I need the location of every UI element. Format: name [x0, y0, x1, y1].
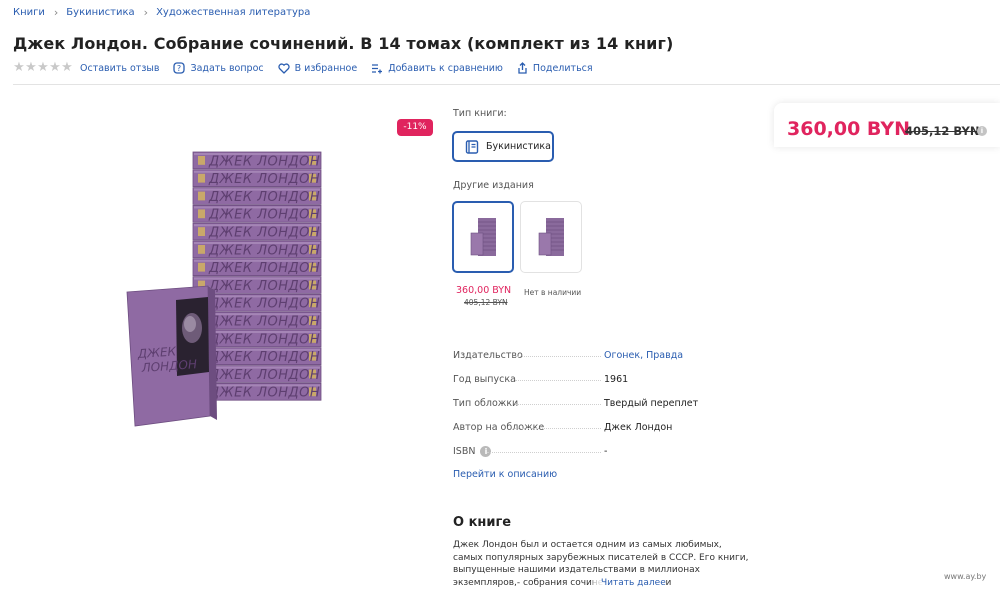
share-button[interactable]: Поделиться [517, 62, 593, 74]
svg-text:ДЖЕК ЛОНДОН: ДЖЕК ЛОНДОН [208, 368, 320, 383]
about-title: О книге [453, 515, 512, 530]
svg-text:ДЖЕК ЛОНДОН: ДЖЕК ЛОНДОН [208, 386, 320, 401]
spec-value: - [604, 445, 608, 457]
edition-price: 360,00 BYN [456, 285, 512, 296]
add-to-compare-label: Добавить к сравнению [388, 62, 503, 74]
spec-value: Твердый переплет [604, 397, 699, 409]
breadcrumb: Книги › Букинистика › Художественная лит… [13, 6, 310, 19]
info-icon[interactable]: i [977, 126, 987, 136]
star-icon: ★ [49, 60, 61, 75]
current-price: 360,00 BYN [787, 118, 911, 140]
svg-text:ДЖЕК ЛОНДОН: ДЖЕК ЛОНДОН [208, 261, 320, 276]
watermark: www.ay.by [944, 572, 987, 581]
edition-old-price: 405,12 BYN [464, 298, 508, 307]
spec-row-isbn: ISBN i - [453, 439, 753, 463]
star-icon: ★ [37, 60, 49, 75]
add-to-favorites-label: В избранное [294, 62, 358, 74]
product-actions: ★ ★ ★ ★ ★ Оставить отзыв ? Задать вопрос… [13, 60, 607, 75]
svg-text:ДЖЕК ЛОНДОН: ДЖЕК ЛОНДОН [208, 190, 320, 205]
book-spine: ДЖЕК ЛОНДОН [192, 240, 322, 258]
ask-question-label: Задать вопрос [190, 62, 264, 74]
svg-text:ДЖЕК ЛОНДОН: ДЖЕК ЛОНДОН [208, 315, 320, 330]
spec-value: 1961 [604, 373, 629, 385]
chevron-right-icon: › [143, 6, 149, 19]
svg-text:ДЖЕК ЛОНДОН: ДЖЕК ЛОНДОН [208, 208, 320, 223]
star-icon: ★ [13, 60, 25, 75]
book-set-illustration: ДЖЕК ЛОНДОН ДЖЕК ЛОНДОН ДЖЕК ЛОНДОН ДЖЕК ЛО… [126, 151, 322, 427]
book-spine: ДЖЕК ЛОНДОН [192, 151, 322, 169]
front-book-cover: ДЖЕКЛОНДОН [126, 285, 217, 427]
chevron-right-icon: › [53, 6, 59, 19]
info-icon[interactable]: i [480, 445, 492, 457]
spec-row-publisher: Издательство Огонек, Правда [453, 343, 753, 367]
compare-list-icon [372, 63, 383, 73]
edition-thumbnail [538, 218, 564, 256]
svg-text:ДЖЕК ЛОНДОН: ДЖЕК ЛОНДОН [208, 154, 320, 169]
rating-stars[interactable]: ★ ★ ★ ★ ★ [13, 60, 73, 75]
book-spine: ДЖЕК ЛОНДОН [192, 169, 322, 187]
spec-row-author: Автор на обложке Джек Лондон [453, 415, 753, 439]
spec-key: Год выпуска [453, 373, 516, 385]
svg-text:ДЖЕК ЛОНДОН: ДЖЕК ЛОНДОН [208, 243, 320, 258]
publisher-link-ogonek[interactable]: Огонек [604, 350, 640, 361]
book-icon [465, 139, 479, 154]
svg-text:ДЖЕК ЛОНДОН: ДЖЕК ЛОНДОН [208, 332, 320, 347]
book-spine: ДЖЕК ЛОНДОН [192, 258, 322, 276]
leave-review-link[interactable]: Оставить отзыв [80, 63, 159, 74]
page-title: Джек Лондон. Собрание сочинений. В 14 то… [13, 34, 674, 53]
spec-row-year: Год выпуска 1961 [453, 367, 753, 391]
book-type-option-antique[interactable]: Букинистика [452, 131, 554, 162]
edition-card-selected[interactable] [452, 201, 514, 273]
spec-key: Издательство [453, 349, 523, 361]
star-icon: ★ [61, 60, 73, 75]
header-divider [13, 84, 1000, 85]
spec-dots [515, 404, 601, 405]
breadcrumb-item-fiction[interactable]: Художественная литература [156, 7, 310, 18]
specs-table: Издательство Огонек, Правда Год выпуска … [453, 343, 753, 463]
share-icon [518, 62, 527, 74]
go-to-description-link[interactable]: Перейти к описанию [453, 469, 557, 480]
question-bubble-icon: ? [173, 62, 186, 74]
edition-card[interactable] [520, 201, 582, 273]
share-label: Поделиться [532, 62, 593, 74]
breadcrumb-item-books[interactable]: Книги [13, 7, 45, 18]
discount-badge: -11% [397, 119, 433, 136]
product-image[interactable]: ДЖЕК ЛОНДОН ДЖЕК ЛОНДОН ДЖЕК ЛОНДОН ДЖЕК ЛО… [120, 140, 330, 430]
old-price: 405,12 BYN [905, 124, 980, 138]
book-type-option-label: Букинистика [486, 141, 551, 152]
book-spine: ДЖЕК ЛОНДОН [192, 187, 322, 205]
edition-thumbnail [470, 218, 496, 256]
spec-key: ISBN [453, 445, 476, 457]
add-to-favorites-button[interactable]: В избранное [277, 62, 358, 74]
book-spine: ДЖЕК ЛОНДОН [192, 205, 322, 223]
price-card: 360,00 BYN 405,12 BYN i [774, 103, 1000, 147]
svg-text:ДЖЕК ЛОНДОН: ДЖЕК ЛОНДОН [208, 172, 320, 187]
spec-dots [515, 380, 601, 381]
svg-text:ДЖЕК ЛОНДОН: ДЖЕК ЛОНДОН [208, 226, 320, 241]
spec-dots [487, 452, 601, 453]
edition-availability: Нет в наличии [524, 288, 582, 297]
leave-review-label: Оставить отзыв [80, 62, 160, 74]
svg-text:?: ? [177, 64, 181, 73]
book-spine: ДЖЕК ЛОНДОН [192, 222, 322, 241]
spec-key-wrap: ISBN i [453, 445, 604, 457]
other-editions-label: Другие издания [453, 180, 534, 191]
svg-text:ДЖЕК ЛОНДОН: ДЖЕК ЛОНДОН [208, 297, 320, 312]
spec-row-cover: Тип обложки Твердый переплет [453, 391, 753, 415]
spec-key: Автор на обложке [453, 421, 545, 433]
star-icon: ★ [25, 60, 37, 75]
breadcrumb-item-antique[interactable]: Букинистика [66, 7, 134, 18]
spec-dots [515, 356, 601, 357]
read-more-link[interactable]: Читать далее [593, 577, 666, 589]
svg-text:ДЖЕК ЛОНДОН: ДЖЕК ЛОНДОН [208, 350, 320, 365]
svg-text:ДЖЕК ЛОНДОН: ДЖЕК ЛОНДОН [208, 279, 320, 294]
heart-icon [277, 62, 290, 74]
spec-key: Тип обложки [453, 397, 519, 409]
spec-dots [515, 428, 601, 429]
ask-question-button[interactable]: ? Задать вопрос [173, 62, 264, 74]
book-type-label: Тип книги: [453, 108, 507, 119]
publisher-link-pravda[interactable]: Правда [646, 350, 683, 361]
add-to-compare-button[interactable]: Добавить к сравнению [371, 63, 503, 74]
spec-value: Джек Лондон [604, 421, 673, 433]
